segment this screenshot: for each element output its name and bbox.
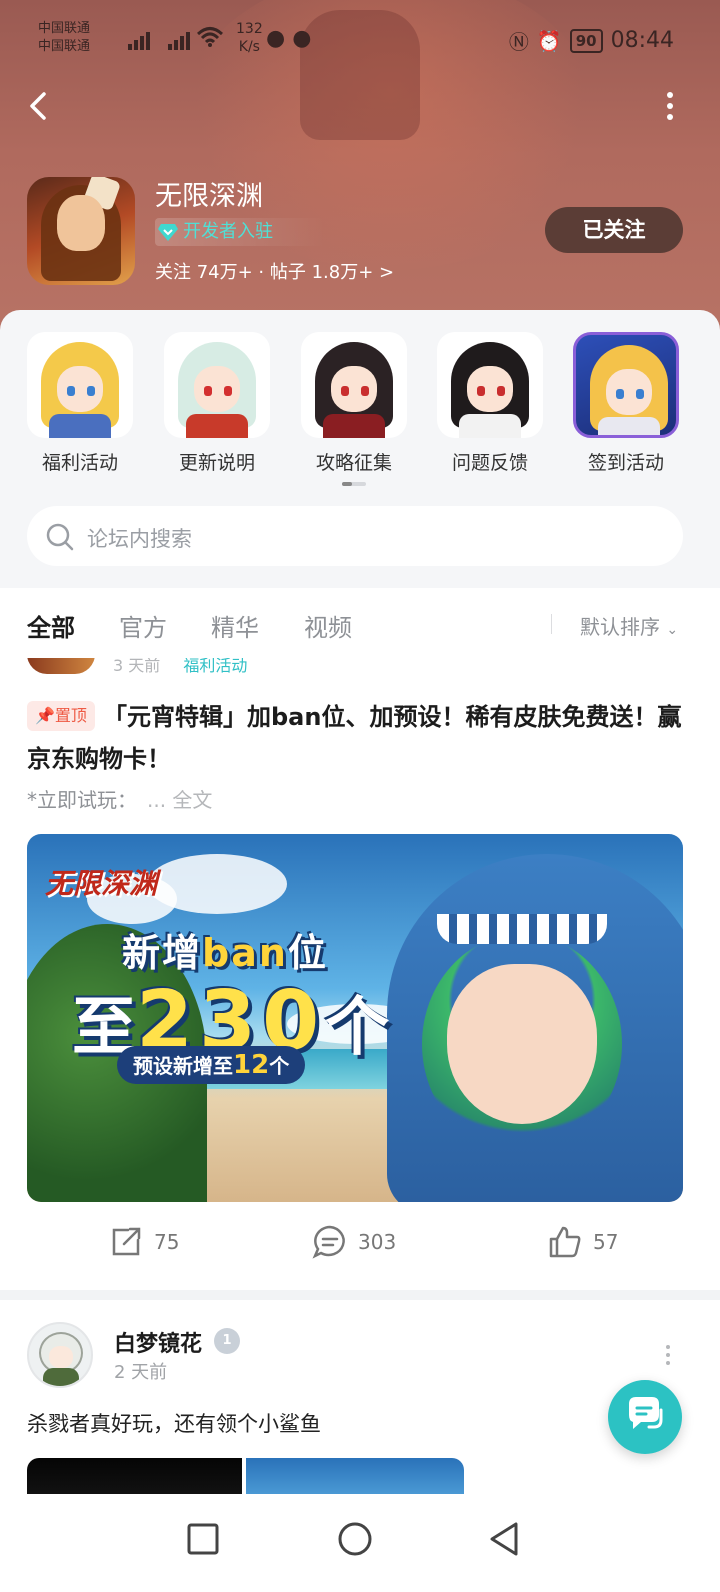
signal-2-icon [168, 28, 190, 50]
home-icon[interactable] [330, 1514, 380, 1564]
user-level-value: 1 [222, 1333, 232, 1348]
banner-line-1: 新增ban位 [122, 931, 328, 975]
carrier-2: 中国联通 [38, 39, 91, 54]
shortcut-guide-collection-image [301, 332, 407, 438]
network-speed-value: 132 [236, 21, 263, 37]
thumbs-up-icon [549, 1226, 581, 1258]
banner-logo: 无限深渊 [45, 867, 158, 900]
sort-dropdown[interactable]: 默认排序 ⌄ [580, 611, 678, 640]
shortcut-feedback[interactable]: 问题反馈 [430, 332, 550, 475]
comment-button[interactable]: 303 [312, 1224, 396, 1260]
back-nav-icon[interactable] [480, 1514, 530, 1564]
more-options-icon[interactable] [664, 92, 676, 120]
share-button[interactable]: 75 [108, 1224, 179, 1260]
chat-bubble-icon [629, 1397, 663, 1429]
shortcut-update-notes-label: 更新说明 [178, 452, 255, 474]
post-feed: 3 天前 福利活动 📌置顶 「元宵特辑」加ban位、加预设！稀有皮肤免费送！赢京… [0, 658, 720, 1292]
nfc-icon: Ⓝ [508, 30, 529, 54]
carrier-1: 中国联通 [38, 21, 91, 36]
notification-icons: ● ● [266, 26, 311, 51]
previous-post-meta: 3 天前 福利活动 [113, 658, 247, 676]
forum-stats-link[interactable]: 关注 74万+ · 帖子 1.8万+ > [155, 258, 394, 284]
shortcut-check-in-image [573, 332, 679, 438]
post-image-2[interactable] [246, 1458, 464, 1494]
carrier-labels: 中国联通 中国联通 [38, 20, 90, 56]
game-title: 无限深渊 [155, 181, 263, 212]
shortcut-row: 福利活动 更新说明 攻略征集 问题反馈 签到活动 [0, 332, 720, 482]
forum-panel: 福利活动 更新说明 攻略征集 问题反馈 签到活动 论坛内搜索 [0, 310, 720, 588]
game-icon[interactable] [27, 177, 135, 285]
post-text[interactable]: 杀戮者真好玩，还有领个小鲨鱼 [27, 1408, 321, 1438]
shortcut-welfare-label: 福利活动 [41, 452, 118, 474]
sort-label: 默认排序 [580, 615, 660, 639]
search-input[interactable]: 论坛内搜索 [87, 523, 192, 553]
shortcut-welfare[interactable]: 福利活动 [20, 332, 140, 475]
shortcut-feedback-image [437, 332, 543, 438]
status-bar: 中国联通 中国联通 132 K/s ● ● Ⓝ ⏰ 90 08:44 [0, 18, 720, 62]
shortcut-feedback-label: 问题反馈 [451, 452, 528, 474]
battery-indicator: 90 [569, 28, 603, 53]
read-more-link[interactable]: ... 全文 [147, 788, 212, 812]
status-right: Ⓝ ⏰ 90 08:44 [509, 26, 674, 55]
banner-line-3: 预设新增至12个 [117, 1046, 306, 1084]
avatar[interactable] [27, 1322, 93, 1388]
feed-divider [0, 1290, 720, 1300]
post-actions: 75 303 57 [0, 1214, 720, 1274]
new-post-button[interactable] [608, 1380, 682, 1454]
shortcut-check-in-label: 签到活动 [587, 452, 664, 474]
shortcut-guide-collection-label: 攻略征集 [315, 452, 392, 474]
like-count: 57 [593, 1230, 619, 1254]
shortcut-welfare-image [27, 332, 133, 438]
author-name[interactable]: 白梦镜花 [114, 1326, 202, 1358]
follow-button[interactable]: 已关注 [545, 207, 683, 253]
comment-icon [312, 1225, 345, 1259]
game-notification-icon: ● [266, 26, 286, 51]
signal-1-icon [128, 28, 150, 50]
search-icon [46, 523, 74, 551]
post-more-icon[interactable] [666, 1345, 672, 1365]
chevron-down-icon: ⌄ [666, 622, 679, 638]
wifi-icon [197, 27, 223, 47]
system-navigation-bar [0, 1494, 720, 1592]
developer-badge-label: 开发者入驻 [183, 221, 273, 242]
tab-featured[interactable]: 精华 [211, 608, 259, 643]
diamond-icon [158, 224, 178, 241]
wechat-icon: ● [292, 26, 312, 51]
forum-header: 中国联通 中国联通 132 K/s ● ● Ⓝ ⏰ 90 08:44 无限深渊 … [0, 0, 720, 340]
shortcut-guide-collection[interactable]: 攻略征集 [294, 332, 414, 475]
shortcut-check-in[interactable]: 签到活动 [566, 332, 686, 475]
post-excerpt[interactable]: *立即试玩： ... 全文 [27, 784, 212, 813]
tab-video[interactable]: 视频 [304, 608, 352, 643]
previous-post-avatar [27, 658, 95, 674]
share-count: 75 [154, 1230, 180, 1254]
alarm-icon: ⏰ [536, 28, 562, 53]
forum-search-bar[interactable]: 论坛内搜索 [27, 506, 683, 566]
developer-badge[interactable]: 开发者入驻 [155, 218, 325, 246]
shortcut-update-notes-image [164, 332, 270, 438]
post-time: 2 天前 [114, 1362, 168, 1383]
tab-official[interactable]: 官方 [119, 608, 167, 643]
network-speed-unit: K/s [238, 39, 260, 55]
shortcut-update-notes[interactable]: 更新说明 [157, 332, 277, 475]
previous-post-time: 3 天前 [113, 658, 161, 675]
post-title[interactable]: 「元宵特辑」加ban位、加预设！稀有皮肤免费送！赢京东购物卡！ [27, 696, 693, 780]
recent-apps-icon[interactable] [178, 1514, 228, 1564]
user-level-badge: 1 [214, 1328, 240, 1354]
tab-all[interactable]: 全部 [27, 608, 75, 643]
feed-tabs: 全部 官方 精华 视频 默认排序 ⌄ [0, 588, 720, 658]
back-arrow-icon[interactable] [22, 88, 58, 124]
shortcut-page-indicator [342, 482, 366, 486]
post-banner-image[interactable]: 无限深渊 新增ban位 至230个 预设新增至12个 [27, 834, 683, 1202]
tab-divider [551, 614, 552, 634]
like-button[interactable]: 57 [547, 1224, 618, 1260]
network-speed: 132 K/s [236, 20, 263, 56]
post-excerpt-text: *立即试玩： [27, 788, 137, 812]
comment-count: 303 [358, 1230, 397, 1254]
post-image-1[interactable] [27, 1458, 242, 1494]
clock: 08:44 [610, 28, 674, 53]
share-icon [112, 1227, 141, 1256]
previous-post-tag[interactable]: 福利活动 [183, 658, 247, 675]
